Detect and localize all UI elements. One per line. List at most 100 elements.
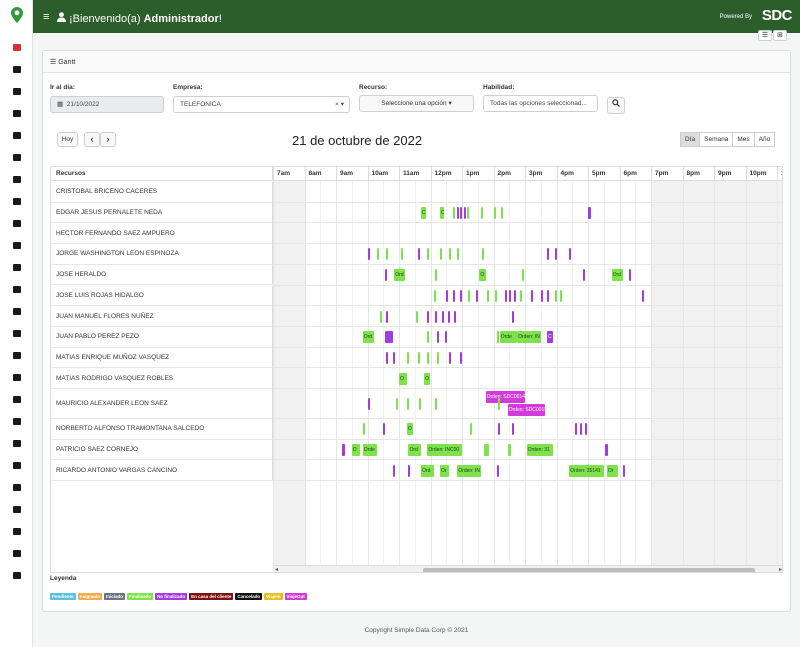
gantt-event[interactable] bbox=[559, 289, 562, 302]
mobile-icon[interactable] bbox=[0, 83, 33, 99]
dashboard-icon[interactable] bbox=[0, 215, 33, 231]
gantt-event[interactable] bbox=[554, 289, 557, 302]
gantt-event[interactable] bbox=[468, 289, 471, 302]
calendar-icon[interactable] bbox=[0, 391, 33, 407]
gantt-event[interactable] bbox=[584, 423, 587, 436]
gantt-event[interactable]: C bbox=[439, 207, 444, 220]
gantt-event[interactable] bbox=[509, 289, 512, 302]
resource-row[interactable]: EDGAR JESUS PERNALETE NEDA bbox=[51, 202, 273, 224]
gantt-event[interactable] bbox=[531, 289, 534, 302]
resource-row[interactable]: CRISTOBAL BRICENO CACERES bbox=[51, 182, 273, 203]
gantt-event[interactable] bbox=[386, 351, 389, 364]
view-tab-1[interactable]: Semana bbox=[699, 132, 734, 147]
resource-row[interactable]: NORBERTO ALFONSO TRAMONTANA SALCEDO bbox=[51, 419, 273, 440]
gantt-event[interactable] bbox=[463, 207, 466, 220]
gantt-event[interactable] bbox=[569, 248, 572, 261]
scroll-left-icon[interactable]: ◂ bbox=[275, 566, 278, 572]
gantt-event[interactable] bbox=[392, 464, 396, 477]
gantt-event[interactable] bbox=[547, 248, 550, 261]
gantt-event[interactable] bbox=[384, 269, 387, 282]
gantt-event[interactable] bbox=[512, 423, 515, 436]
scrollbar-thumb[interactable] bbox=[423, 568, 755, 572]
gantt-event[interactable] bbox=[520, 289, 523, 302]
gantt-event[interactable]: Orden: SDC0014324 P bbox=[485, 391, 525, 403]
gantt-event[interactable] bbox=[427, 248, 430, 261]
view-tab-0[interactable]: Día bbox=[680, 132, 701, 147]
user-icon[interactable] bbox=[0, 61, 33, 77]
gantt-event[interactable] bbox=[484, 444, 489, 457]
gantt-event[interactable] bbox=[498, 398, 501, 410]
resource-row[interactable]: JOSE HERALDO bbox=[51, 264, 273, 286]
gantt-event[interactable] bbox=[622, 464, 625, 477]
gantt-event[interactable] bbox=[580, 423, 583, 436]
gantt-event[interactable] bbox=[436, 351, 439, 364]
clear-chevron-icon[interactable]: × ▾ bbox=[335, 97, 344, 112]
resource-row[interactable]: JORGE WASHINGTON LEON ESPINOZA bbox=[51, 244, 273, 265]
gantt-event[interactable]: C bbox=[421, 207, 426, 220]
gantt-event[interactable] bbox=[435, 310, 438, 323]
map-icon[interactable] bbox=[0, 347, 33, 363]
gantt-event[interactable] bbox=[512, 310, 515, 323]
gantt-event[interactable]: Ord bbox=[611, 269, 623, 282]
gantt-event[interactable] bbox=[513, 289, 516, 302]
gantt-event[interactable] bbox=[441, 310, 444, 323]
clipboard-icon[interactable] bbox=[0, 105, 33, 121]
help-icon[interactable] bbox=[0, 501, 33, 517]
date-field[interactable]: ▦ 21/10/2022 bbox=[50, 96, 164, 113]
gantt-event[interactable] bbox=[575, 423, 578, 436]
gantt-event[interactable] bbox=[406, 398, 409, 410]
gantt-event[interactable]: Or bbox=[606, 464, 618, 477]
gantt-event[interactable] bbox=[446, 289, 449, 302]
skill-select[interactable]: Todas las opciones seleccionad... bbox=[483, 95, 598, 112]
gantt-event[interactable] bbox=[496, 331, 499, 344]
gantt-event[interactable] bbox=[367, 248, 371, 261]
gantt-event[interactable] bbox=[436, 331, 439, 344]
gantt-event[interactable] bbox=[449, 351, 452, 364]
gantt-event[interactable] bbox=[444, 331, 447, 344]
gantt-event[interactable] bbox=[433, 289, 436, 302]
gantt-event[interactable]: Ord bbox=[421, 464, 434, 477]
today-button[interactable]: Hoy bbox=[57, 132, 78, 147]
gantt-event[interactable] bbox=[384, 331, 393, 344]
scroll-right-icon[interactable]: ▸ bbox=[779, 566, 782, 572]
gantt-event[interactable] bbox=[605, 444, 608, 457]
money-icon[interactable] bbox=[0, 479, 33, 495]
gantt-event[interactable]: C bbox=[547, 331, 554, 344]
monitor-icon[interactable] bbox=[0, 127, 33, 143]
gantt-event[interactable]: O bbox=[399, 372, 407, 385]
building-icon[interactable] bbox=[0, 457, 33, 473]
gantt-event[interactable]: Orden: SDC0015001 P bbox=[507, 404, 546, 416]
view-tab-2[interactable]: Mes bbox=[732, 132, 755, 147]
gantt-event[interactable] bbox=[540, 289, 543, 302]
horizontal-scrollbar[interactable]: ◂ ▸ bbox=[273, 565, 782, 572]
gantt-event[interactable] bbox=[427, 331, 430, 344]
inbox-icon[interactable] bbox=[0, 523, 33, 539]
prev-button[interactable]: ‹ bbox=[84, 132, 100, 147]
gantt-event[interactable] bbox=[493, 207, 496, 220]
gantt-event[interactable]: O bbox=[406, 423, 414, 436]
gantt-event[interactable] bbox=[480, 207, 483, 220]
gantt-event[interactable]: Orden: IN bbox=[517, 331, 541, 344]
org-icon[interactable] bbox=[0, 259, 33, 275]
truck-icon[interactable] bbox=[0, 193, 33, 209]
gantt-event[interactable] bbox=[583, 269, 586, 282]
gantt-event[interactable] bbox=[498, 423, 501, 436]
gantt-event[interactable] bbox=[457, 207, 460, 220]
gantt-event[interactable] bbox=[447, 310, 450, 323]
gantt-event[interactable]: O bbox=[424, 372, 431, 385]
gantt-event[interactable]: Ord bbox=[362, 331, 374, 344]
gantt-event[interactable]: Or bbox=[439, 464, 450, 477]
pin-logo-icon[interactable] bbox=[0, 4, 33, 26]
gantt-event[interactable] bbox=[435, 398, 438, 410]
resource-row[interactable]: JOSE LUIS ROJAS HIDALGO bbox=[51, 285, 273, 307]
gantt-event[interactable]: Orden: IN bbox=[457, 464, 481, 477]
users-icon[interactable] bbox=[0, 281, 33, 297]
gantt-event[interactable] bbox=[476, 289, 479, 302]
gantt-event[interactable] bbox=[641, 289, 644, 302]
gantt-event[interactable] bbox=[367, 398, 370, 410]
gantt-event[interactable] bbox=[449, 248, 452, 261]
briefcase-icon[interactable] bbox=[0, 325, 33, 341]
gantt-event[interactable] bbox=[386, 310, 389, 323]
gantt-event[interactable]: O bbox=[351, 444, 360, 457]
gantt-event[interactable] bbox=[416, 310, 419, 323]
